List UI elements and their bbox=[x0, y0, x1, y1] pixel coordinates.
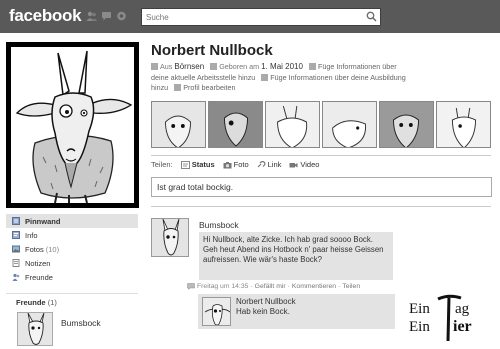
nav-item-photos[interactable]: Fotos (10) bbox=[6, 242, 138, 256]
share-video-button[interactable]: Video bbox=[289, 160, 319, 169]
friends-heading[interactable]: Freunde (1) bbox=[16, 298, 57, 307]
add-work-link[interactable]: Füge Informationen über bbox=[318, 62, 397, 71]
add-education-link[interactable]: Füge Informationen über deine Ausbildung bbox=[270, 73, 405, 82]
friends-count: (1) bbox=[47, 298, 57, 307]
share-option-label: Link bbox=[267, 160, 282, 169]
search-input[interactable] bbox=[142, 9, 357, 25]
friend-name[interactable]: Bumsbock bbox=[61, 318, 101, 328]
post-time: Freitag um 14:35 bbox=[197, 283, 249, 290]
svg-text:Ein: Ein bbox=[409, 301, 430, 317]
facebook-logo[interactable]: facebook bbox=[9, 6, 82, 26]
comment-link[interactable]: Kommentieren bbox=[292, 283, 336, 290]
edit-profile-link[interactable]: Profil bearbeiten bbox=[183, 83, 235, 92]
born-prefix: Geboren am bbox=[219, 62, 260, 71]
notes-icon bbox=[12, 259, 20, 267]
nav-item-label: Freunde bbox=[25, 272, 53, 282]
svg-text:ier: ier bbox=[453, 318, 472, 335]
comment-author[interactable]: Norbert Nullbock bbox=[236, 297, 296, 306]
nav-item-friends[interactable]: Freunde bbox=[6, 270, 138, 284]
nav-item-label: Notizen bbox=[25, 258, 51, 268]
friend-avatar[interactable] bbox=[17, 312, 53, 346]
goat-avatar-image bbox=[152, 219, 188, 256]
meta-separator: · bbox=[287, 283, 290, 290]
pencil-icon bbox=[174, 84, 182, 91]
nav-item-wall[interactable]: Pinnwand bbox=[6, 214, 138, 228]
svg-text:ag: ag bbox=[455, 301, 470, 317]
location-icon bbox=[151, 63, 158, 70]
post-meta: Freitag um 14:35 · Gefällt mir · Komment… bbox=[187, 283, 417, 291]
photo-thumb[interactable] bbox=[322, 101, 377, 148]
share-option-label: Foto bbox=[233, 160, 249, 169]
work-icon bbox=[308, 63, 316, 70]
nav-item-label: Info bbox=[25, 230, 38, 240]
share-photo-button[interactable]: Foto bbox=[223, 160, 249, 169]
search-icon[interactable] bbox=[366, 11, 377, 24]
goat-avatar-image bbox=[18, 313, 52, 345]
photo-thumb[interactable] bbox=[379, 101, 434, 148]
education-icon bbox=[261, 73, 269, 81]
friends-heading-label: Freunde bbox=[16, 298, 46, 307]
meta-separator: · bbox=[250, 283, 253, 290]
profile-picture[interactable] bbox=[6, 42, 139, 208]
share-status-button[interactable]: Status bbox=[180, 160, 215, 169]
link-icon bbox=[257, 160, 266, 169]
share-option-label: Video bbox=[300, 160, 320, 169]
friend-requests-icon[interactable] bbox=[86, 11, 97, 21]
status-input[interactable]: Ist grad total bockig. bbox=[151, 177, 492, 197]
share-label: Teilen: bbox=[151, 160, 173, 169]
profile-info: Aus Börnsen Geboren am 1. Mai 2010 Füge … bbox=[151, 62, 491, 94]
friends-icon bbox=[12, 273, 20, 281]
search-box bbox=[141, 8, 381, 26]
share-option-label: Status bbox=[191, 160, 215, 169]
nav-item-label: Fotos bbox=[25, 244, 44, 254]
profile-name: Norbert Nullbock bbox=[151, 42, 273, 59]
meta-separator: · bbox=[338, 283, 341, 290]
like-link[interactable]: Gefällt mir bbox=[255, 283, 286, 290]
birthday-icon bbox=[210, 63, 218, 70]
from-value[interactable]: Börnsen bbox=[174, 62, 204, 71]
goat-illustration bbox=[15, 50, 133, 203]
ein-tag-ein-tier-logo: Ein Ein ag ier bbox=[405, 283, 500, 349]
born-value: 1. Mai 2010 bbox=[261, 62, 303, 71]
comment-text: Hab kein Bock. bbox=[236, 307, 290, 316]
profile-nav: Pinnwand Info Fotos (10) Notizen Freunde bbox=[6, 214, 138, 284]
top-notification-icons bbox=[86, 11, 127, 21]
photos-icon bbox=[12, 245, 20, 253]
messages-icon[interactable] bbox=[101, 11, 112, 21]
notifications-icon[interactable] bbox=[116, 11, 127, 21]
status-icon bbox=[180, 160, 190, 169]
nav-item-info[interactable]: Info bbox=[6, 228, 138, 242]
comment-author-avatar[interactable] bbox=[202, 297, 231, 326]
camera-icon bbox=[223, 161, 232, 169]
from-prefix: Aus bbox=[160, 62, 173, 71]
nav-item-label: Pinnwand bbox=[25, 216, 61, 226]
share-link-button[interactable]: Link bbox=[257, 160, 282, 169]
post-message: Hi Nullbock, alte Zicke. Ich hab grad so… bbox=[199, 232, 393, 280]
nav-divider bbox=[6, 293, 138, 294]
video-icon bbox=[289, 161, 298, 169]
comment-bubble-icon bbox=[187, 283, 195, 291]
info-icon bbox=[12, 231, 20, 239]
share-link[interactable]: Teilen bbox=[342, 283, 360, 290]
add-education-link-2[interactable]: hinzu bbox=[151, 83, 168, 92]
photo-strip bbox=[151, 101, 491, 148]
share-bar: Teilen: Status Foto Link Video bbox=[151, 160, 319, 169]
nav-item-notes[interactable]: Notizen bbox=[6, 256, 138, 270]
comment: Norbert Nullbock Hab kein Bock. bbox=[198, 294, 395, 329]
post-author-avatar[interactable] bbox=[151, 218, 189, 257]
add-work-link-2[interactable]: deine aktuelle Arbeitsstelle hinzu bbox=[151, 73, 255, 82]
photo-thumb[interactable] bbox=[265, 101, 320, 148]
photo-thumb[interactable] bbox=[151, 101, 206, 148]
post-author[interactable]: Bumsbock bbox=[199, 220, 239, 230]
goat-avatar-image bbox=[203, 298, 230, 325]
photo-thumb[interactable] bbox=[208, 101, 263, 148]
photos-count: (10) bbox=[45, 244, 60, 254]
svg-text:Ein: Ein bbox=[409, 319, 430, 335]
wall-icon bbox=[12, 217, 20, 225]
divider bbox=[151, 155, 491, 156]
divider bbox=[151, 206, 491, 207]
photo-thumb[interactable] bbox=[436, 101, 491, 148]
top-bar: facebook bbox=[0, 0, 500, 33]
